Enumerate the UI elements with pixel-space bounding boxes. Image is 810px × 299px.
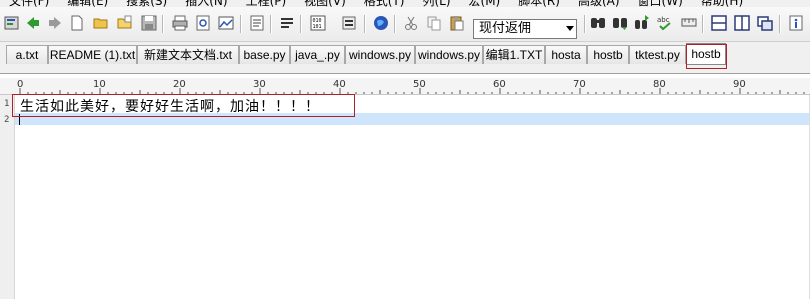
tab-hostb[interactable]: hostb <box>587 45 629 64</box>
ruler-label: 70 <box>573 79 586 90</box>
back-arrow-icon[interactable] <box>24 14 42 32</box>
toolbar-separator <box>364 15 366 33</box>
open-folder-icon[interactable] <box>92 14 110 32</box>
line-number: 2 <box>4 115 10 125</box>
tab-base-py[interactable]: base.py <box>239 45 290 64</box>
text-editor[interactable]: 生活如此美好，要好好生活啊，加油！！！！ <box>15 95 810 299</box>
tab-windows-py-2[interactable]: windows.py <box>415 45 483 64</box>
tab-strip: a.txt README (1).txt 新建文本文档.txt base.py … <box>0 42 810 74</box>
ruler-label: 80 <box>653 79 666 90</box>
ruler-label: 50 <box>413 79 426 90</box>
ruler-label: 20 <box>173 79 186 90</box>
cut-icon[interactable] <box>402 14 420 32</box>
toolbar-separator <box>240 15 242 33</box>
combo-value: 现付返佣 <box>479 21 532 36</box>
find-icon[interactable] <box>589 14 607 32</box>
tab-tktest-py[interactable]: tktest.py <box>629 45 686 64</box>
ruler-label: 40 <box>333 79 346 90</box>
document-icon[interactable] <box>248 14 266 32</box>
split-vertical-icon[interactable] <box>733 14 751 32</box>
split-horizontal-icon[interactable] <box>710 14 728 32</box>
open-file-icon[interactable] <box>116 14 134 32</box>
editor-line[interactable]: 生活如此美好，要好好生活啊，加油！！！！ <box>20 96 320 116</box>
toolbar-separator <box>270 15 272 33</box>
tab-edit1-txt[interactable]: 编辑1.TXT <box>483 45 545 64</box>
list-icon[interactable] <box>278 14 296 32</box>
window-icon[interactable] <box>756 14 774 32</box>
tab-java-py[interactable]: java_.py <box>290 45 345 64</box>
ruler: 0 10 20 30 40 50 60 70 80 90 <box>0 78 810 95</box>
ruler-ticks <box>19 88 805 94</box>
tab-a-txt[interactable]: a.txt <box>6 45 48 64</box>
tab-windows-py[interactable]: windows.py <box>345 45 415 64</box>
info-icon[interactable] <box>787 14 805 32</box>
binary-icon[interactable]: 010 101 <box>309 14 327 32</box>
find-next-icon[interactable] <box>611 14 629 32</box>
app-icon[interactable] <box>3 14 21 32</box>
toolbar-separator <box>779 15 781 33</box>
svg-text:abc: abc <box>657 16 670 24</box>
line-number: 1 <box>4 99 10 109</box>
ruler-label: 0 <box>17 79 24 90</box>
paste-icon[interactable] <box>448 14 466 32</box>
forward-arrow-icon[interactable] <box>46 14 64 32</box>
toolbar-separator <box>162 15 164 33</box>
ruler-toggle-icon[interactable] <box>680 14 698 32</box>
replace-icon[interactable] <box>633 14 651 32</box>
svg-text:101: 101 <box>313 24 322 30</box>
toolbar: 010 101 现付返佣 abc <box>0 7 810 42</box>
new-file-icon[interactable] <box>68 14 86 32</box>
toolbar-separator <box>702 15 704 33</box>
tab-readme-txt[interactable]: README (1).txt <box>48 45 137 64</box>
text-caret <box>19 114 20 125</box>
combo-box[interactable]: 现付返佣 <box>473 19 577 39</box>
ruler-label: 90 <box>733 79 746 90</box>
tab-hosta[interactable]: hosta <box>545 45 587 64</box>
toolbar-separator <box>584 15 586 33</box>
print-preview-icon[interactable] <box>194 14 212 32</box>
image-icon[interactable] <box>217 14 235 32</box>
toolbar-separator <box>300 15 302 33</box>
copy-icon[interactable] <box>425 14 443 32</box>
tab-new-text-document[interactable]: 新建文本文档.txt <box>137 45 239 64</box>
globe-icon[interactable] <box>372 14 390 32</box>
chevron-down-icon[interactable] <box>566 26 574 31</box>
save-icon[interactable] <box>140 14 158 32</box>
ruler-label: 30 <box>253 79 266 90</box>
toolbar-separator <box>394 15 396 33</box>
menu-bar: 文件(F) 编辑(E) 搜索(S) 插入(N) 工程(P) 视图(V) 格式(T… <box>0 0 810 8</box>
ruler-label: 60 <box>493 79 506 90</box>
format-icon[interactable] <box>340 14 358 32</box>
spell-check-icon[interactable]: abc <box>656 14 674 32</box>
line-number-gutter: 1 2 <box>0 95 15 299</box>
ruler-label: 10 <box>93 79 106 90</box>
print-icon[interactable] <box>171 14 189 32</box>
tab-hostb-active[interactable]: hostb <box>686 43 726 65</box>
